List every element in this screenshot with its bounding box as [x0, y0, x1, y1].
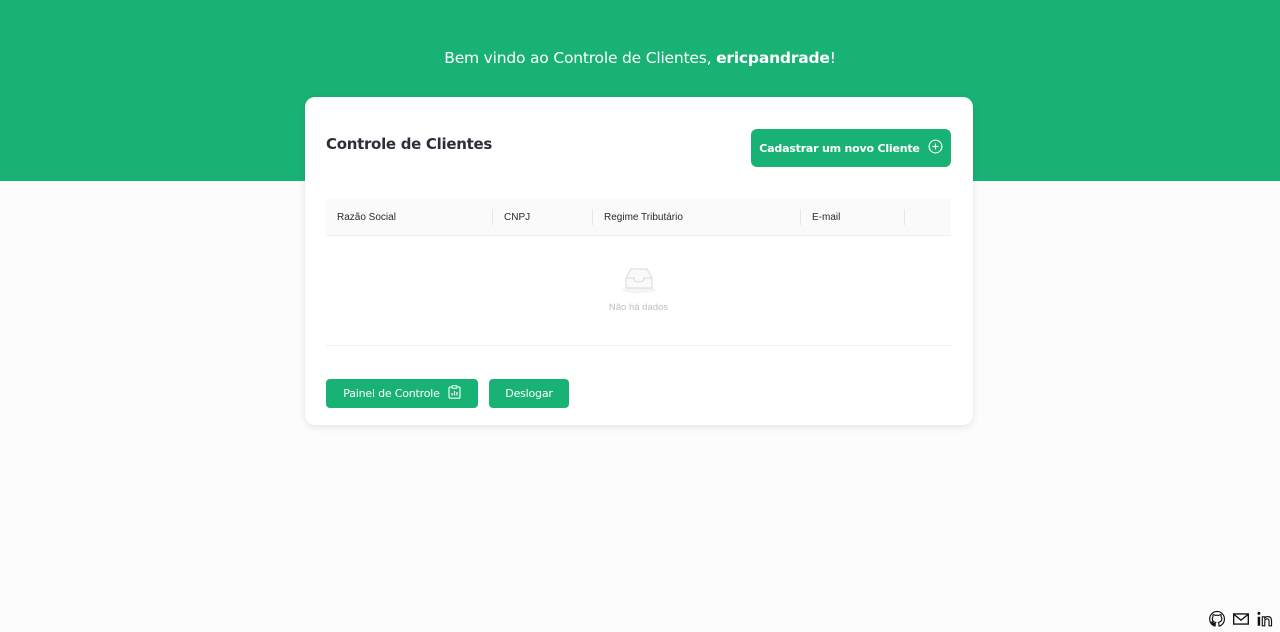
welcome-username: ericpandrade — [716, 49, 830, 67]
logout-button[interactable]: Deslogar — [489, 379, 569, 408]
clipboard-chart-icon — [448, 385, 461, 402]
plus-circle-icon — [928, 139, 943, 157]
welcome-message: Bem vindo ao Controle de Clientes, ericp… — [0, 49, 1280, 67]
column-header-actions — [905, 199, 951, 235]
new-client-button[interactable]: Cadastrar um novo Cliente — [751, 129, 951, 167]
welcome-suffix: ! — [829, 49, 836, 67]
table-header: Razão Social CNPJ Regime Tributário E-ma… — [326, 199, 951, 236]
github-icon[interactable] — [1208, 610, 1226, 628]
logout-button-label: Deslogar — [505, 387, 553, 400]
empty-state: Não há dados — [326, 236, 951, 346]
linkedin-icon[interactable] — [1256, 610, 1274, 628]
footer-social-links — [1208, 610, 1274, 628]
mail-icon[interactable] — [1232, 610, 1250, 628]
column-header-razao-social[interactable]: Razão Social — [326, 199, 493, 235]
control-panel-button[interactable]: Painel de Controle — [326, 379, 478, 408]
empty-text: Não há dados — [608, 302, 669, 313]
column-header-cnpj[interactable]: CNPJ — [493, 199, 593, 235]
card-title: Controle de Clientes — [326, 135, 492, 153]
column-header-email[interactable]: E-mail — [801, 199, 905, 235]
new-client-button-label: Cadastrar um novo Cliente — [759, 141, 920, 155]
empty-inbox-icon — [620, 266, 658, 299]
column-header-regime-tributario[interactable]: Regime Tributário — [593, 199, 801, 235]
control-panel-button-label: Painel de Controle — [343, 387, 440, 400]
clients-table: Razão Social CNPJ Regime Tributário E-ma… — [326, 199, 951, 347]
welcome-prefix: Bem vindo ao Controle de Clientes, — [444, 49, 717, 67]
clients-card: Controle de Clientes Cadastrar um novo C… — [305, 97, 973, 425]
